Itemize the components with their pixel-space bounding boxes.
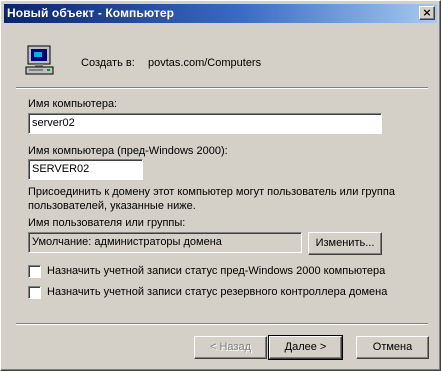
back-button[interactable]: < Назад xyxy=(194,336,267,359)
title-bar[interactable]: Новый объект - Компьютер × xyxy=(4,4,437,23)
separator-bottom xyxy=(16,323,428,325)
window-title: Новый объект - Компьютер xyxy=(7,6,175,20)
next-button-label: Далее > xyxy=(284,341,327,353)
separator-top xyxy=(16,87,428,89)
pre2000-checkbox[interactable] xyxy=(28,265,41,278)
computer-name-input[interactable]: server02 xyxy=(28,113,382,134)
cancel-button[interactable]: Отмена xyxy=(356,336,429,359)
create-in-path: povtas.com/Computers xyxy=(148,57,262,69)
dialog-window: Новый объект - Компьютер × Создать в: po… xyxy=(0,0,441,371)
close-button[interactable]: × xyxy=(419,6,435,20)
next-button[interactable]: Далее > xyxy=(268,335,343,360)
cancel-button-label: Отмена xyxy=(372,341,413,353)
join-domain-text: Присоединить к домену этот компьютер мог… xyxy=(28,186,395,212)
user-group-label: Имя пользователя или группы: xyxy=(28,217,186,229)
user-group-field: Умолчание: администраторы домена xyxy=(28,232,302,253)
back-button-label: < Назад xyxy=(210,341,251,353)
create-in-label: Создать в: xyxy=(81,57,135,69)
computer-icon xyxy=(25,45,54,75)
change-button[interactable]: Изменить... xyxy=(308,232,382,255)
pre2000-name-input[interactable]: SERVER02 xyxy=(28,159,143,180)
pre2000-name-label: Имя компьютера (пред-Windows 2000): xyxy=(28,145,228,157)
pre2000-checkbox-label[interactable]: Назначить учетной записи статус пред-Win… xyxy=(47,265,385,277)
computer-name-label: Имя компьютера: xyxy=(28,98,118,110)
bdc-checkbox[interactable] xyxy=(28,286,41,299)
bdc-checkbox-label[interactable]: Назначить учетной записи статус резервно… xyxy=(47,286,387,298)
